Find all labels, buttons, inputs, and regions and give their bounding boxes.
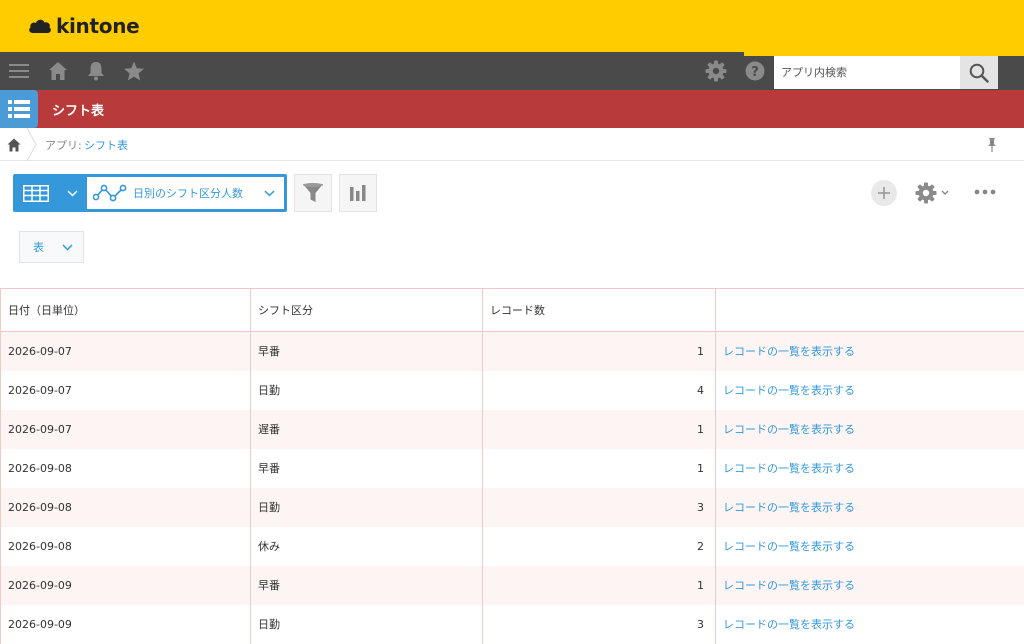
app-list-icon[interactable] — [0, 90, 38, 128]
show-records-link[interactable]: レコードの一覧を表示する — [716, 410, 1024, 449]
chevron-down-icon — [941, 190, 949, 196]
home-icon[interactable] — [46, 59, 70, 83]
cell-count: 4 — [483, 371, 716, 410]
cell-count: 3 — [483, 605, 716, 644]
chart-type-label: 表 — [33, 239, 44, 255]
bar-chart-icon — [349, 184, 367, 202]
app-search-input[interactable] — [774, 56, 960, 89]
search-button[interactable] — [960, 56, 998, 89]
cell-shift: 日勤 — [251, 488, 483, 527]
cell-count: 1 — [483, 566, 716, 605]
breadcrumb-home-icon[interactable] — [6, 137, 22, 153]
menu-icon[interactable] — [7, 59, 31, 83]
table-row: 2026-09-08 日勤 3 レコードの一覧を表示する — [1, 488, 1024, 527]
cell-date: 2026-09-08 — [1, 488, 251, 527]
search-icon — [969, 63, 989, 83]
app-header: シフト表 — [0, 90, 1024, 128]
svg-text:?: ? — [751, 65, 759, 80]
cell-shift: 休み — [251, 527, 483, 566]
cell-date: 2026-09-07 — [1, 371, 251, 410]
kintone-logo[interactable]: kintone — [27, 12, 139, 40]
cell-shift: 早番 — [251, 449, 483, 488]
more-horizontal-icon — [974, 189, 996, 195]
cell-shift: 早番 — [251, 566, 483, 605]
breadcrumb-prefix: アプリ: — [45, 137, 82, 153]
bell-icon[interactable] — [84, 59, 108, 83]
app-settings-button[interactable] — [915, 181, 953, 205]
table-row: 2026-09-09 早番 1 レコードの一覧を表示する — [1, 566, 1024, 605]
show-records-link[interactable]: レコードの一覧を表示する — [716, 566, 1024, 605]
cloud-logo-icon — [27, 16, 53, 36]
table-row: 2026-09-07 日勤 4 レコードの一覧を表示する — [1, 371, 1024, 410]
view-name-dropdown[interactable]: 日別のシフト区分人数 — [87, 177, 284, 209]
cell-shift: 遅番 — [251, 410, 483, 449]
cell-date: 2026-09-07 — [1, 410, 251, 449]
chevron-down-icon — [264, 190, 275, 197]
cell-shift: 日勤 — [251, 605, 483, 644]
column-header-date[interactable]: 日付（日単位） — [1, 289, 251, 332]
plus-icon — [877, 186, 891, 200]
cell-count: 1 — [483, 332, 716, 371]
logo-text: kintone — [56, 14, 139, 38]
chevron-down-icon — [67, 190, 78, 197]
table-row: 2026-09-08 早番 1 レコードの一覧を表示する — [1, 449, 1024, 488]
show-records-link[interactable]: レコードの一覧を表示する — [716, 449, 1024, 488]
view-name: 日別のシフト区分人数 — [133, 185, 243, 201]
table-row: 2026-09-07 早番 1 レコードの一覧を表示する — [1, 332, 1024, 371]
cell-date: 2026-09-08 — [1, 449, 251, 488]
aggregate-table: 日付（日単位） シフト区分 レコード数 2026-09-07 早番 1 レコード… — [0, 288, 1024, 644]
app-title: シフト表 — [52, 100, 104, 119]
column-header-count[interactable]: レコード数 — [483, 289, 716, 332]
cell-shift: 日勤 — [251, 371, 483, 410]
show-records-link[interactable]: レコードの一覧を表示する — [716, 488, 1024, 527]
cell-date: 2026-09-09 — [1, 605, 251, 644]
chevron-down-icon — [62, 244, 73, 251]
show-records-link[interactable]: レコードの一覧を表示する — [716, 605, 1024, 644]
table-row: 2026-09-07 遅番 1 レコードの一覧を表示する — [1, 410, 1024, 449]
cell-date: 2026-09-07 — [1, 332, 251, 371]
cell-shift: 早番 — [251, 332, 483, 371]
filter-button[interactable] — [294, 174, 332, 212]
cell-count: 1 — [483, 449, 716, 488]
pin-icon[interactable] — [985, 137, 999, 153]
graph-button[interactable] — [339, 174, 377, 212]
show-records-link[interactable]: レコードの一覧を表示する — [716, 527, 1024, 566]
star-icon[interactable] — [122, 59, 146, 83]
more-options-button[interactable] — [972, 185, 998, 199]
cell-date: 2026-09-09 — [1, 566, 251, 605]
cell-count: 1 — [483, 410, 716, 449]
view-selector: 日別のシフト区分人数 — [13, 174, 287, 212]
chart-type-dropdown[interactable]: 表 — [19, 231, 84, 263]
table-header-row: 日付（日単位） シフト区分 レコード数 — [1, 289, 1024, 332]
top-header: kintone — [0, 0, 1024, 52]
column-header-shift[interactable]: シフト区分 — [251, 289, 483, 332]
column-header-link — [716, 289, 1024, 332]
cell-count: 3 — [483, 488, 716, 527]
cell-date: 2026-09-08 — [1, 527, 251, 566]
filter-icon — [302, 182, 324, 204]
global-nav: ? — [0, 52, 1024, 90]
breadcrumb: アプリ: シフト表 — [0, 128, 1024, 161]
breadcrumb-chevron-icon — [26, 128, 38, 161]
table-row: 2026-09-08 休み 2 レコードの一覧を表示する — [1, 527, 1024, 566]
breadcrumb-app-link[interactable]: シフト表 — [84, 137, 128, 153]
show-records-link[interactable]: レコードの一覧を表示する — [716, 332, 1024, 371]
table-view-icon — [23, 185, 49, 202]
gear-icon[interactable] — [704, 59, 728, 83]
cell-count: 2 — [483, 527, 716, 566]
line-graph-icon — [93, 183, 127, 203]
show-records-link[interactable]: レコードの一覧を表示する — [716, 371, 1024, 410]
add-record-button[interactable] — [871, 180, 897, 206]
gear-icon — [915, 182, 937, 204]
table-row: 2026-09-09 日勤 3 レコードの一覧を表示する — [1, 605, 1024, 644]
view-type-dropdown[interactable] — [13, 174, 87, 212]
help-icon[interactable]: ? — [743, 59, 767, 83]
